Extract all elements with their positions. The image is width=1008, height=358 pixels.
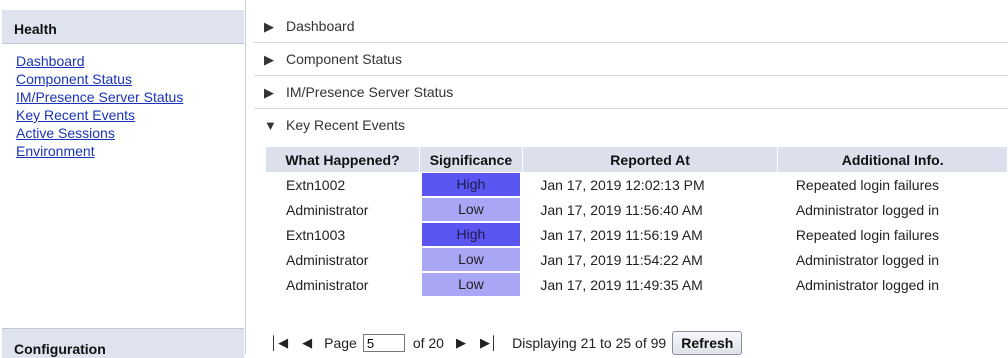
table-row[interactable]: Administrator Low Jan 17, 2019 11:54:22 … — [266, 247, 1008, 272]
table-row[interactable]: Extn1003 High Jan 17, 2019 11:56:19 AM R… — [266, 222, 1008, 247]
next-page-icon[interactable]: ▶ — [456, 335, 466, 351]
table-row[interactable]: Administrator Low Jan 17, 2019 11:49:35 … — [266, 272, 1008, 297]
page-label: Page — [324, 335, 357, 351]
column-header-significance[interactable]: Significance — [419, 147, 523, 172]
sidebar-link-key-recent-events[interactable]: Key Recent Events — [16, 107, 135, 123]
cell-what: Extn1003 — [286, 226, 346, 243]
refresh-button[interactable]: Refresh — [672, 331, 743, 355]
cell-significance: Low — [420, 197, 523, 222]
sidebar-nav: Dashboard Component Status IM/Presence S… — [16, 52, 183, 160]
main-panel: ▶ Dashboard ▶ Component Status ▶ IM/Presenc… — [254, 10, 1008, 137]
sidebar-link-component-status[interactable]: Component Status — [16, 71, 132, 87]
cell-info: Administrator logged in — [795, 276, 939, 293]
table-row[interactable]: Extn1002 High Jan 17, 2019 12:02:13 PM R… — [266, 172, 1008, 197]
significance-badge: Low — [421, 273, 520, 296]
page-number-input[interactable] — [362, 334, 405, 352]
sidebar: Health Dashboard Component Status IM/Pre… — [0, 0, 246, 358]
cell-significance: High — [420, 172, 523, 197]
sidebar-item-key-recent-events: Key Recent Events — [16, 106, 183, 124]
section-header-key-recent-events[interactable]: ▼ Key Recent Events — [254, 109, 1008, 137]
last-page-icon[interactable]: ▶│ — [480, 335, 498, 351]
table-row[interactable]: Administrator Low Jan 17, 2019 11:56:40 … — [266, 197, 1008, 222]
sidebar-link-active-sessions[interactable]: Active Sessions — [16, 125, 115, 141]
significance-badge: High — [421, 173, 520, 196]
key-recent-events-table: What Happened? Significance Reported At … — [266, 147, 1008, 297]
sidebar-item-dashboard: Dashboard — [16, 52, 183, 70]
section-header-component-status[interactable]: ▶ Component Status — [254, 43, 1008, 76]
cell-reported-at: Jan 17, 2019 11:54:22 AM — [540, 251, 703, 268]
sidebar-link-environment[interactable]: Environment — [16, 143, 95, 159]
significance-badge: High — [421, 223, 520, 246]
triangle-down-icon: ▼ — [264, 118, 277, 133]
significance-badge: Low — [421, 248, 520, 271]
prev-page-icon[interactable]: ◀ — [302, 335, 312, 351]
sidebar-item-component-status: Component Status — [16, 70, 183, 88]
section-title: Key Recent Events — [286, 117, 406, 133]
sidebar-item-environment: Environment — [16, 142, 183, 160]
cell-info: Administrator logged in — [795, 201, 939, 218]
significance-badge: Low — [421, 198, 520, 221]
cell-info: Repeated login failures — [795, 226, 940, 243]
column-header-what-happened[interactable]: What Happened? — [266, 147, 420, 172]
cell-what: Administrator — [286, 276, 369, 293]
section-title: Dashboard — [286, 18, 355, 34]
pagination-bar: │◀ ◀ Page of 20 ▶ ▶│ Displaying 21 to 25… — [270, 331, 743, 355]
sidebar-link-im-presence-status[interactable]: IM/Presence Server Status — [16, 89, 183, 105]
section-title: Component Status — [286, 51, 402, 67]
section-header-im-presence-status[interactable]: ▶ IM/Presence Server Status — [254, 76, 1008, 109]
triangle-right-icon: ▶ — [264, 19, 274, 34]
cell-info: Administrator logged in — [795, 251, 939, 268]
column-header-additional-info[interactable]: Additional Info. — [777, 147, 1008, 172]
cell-what: Administrator — [286, 251, 369, 268]
cell-info: Repeated login failures — [795, 176, 940, 193]
cell-significance: High — [420, 222, 523, 247]
cell-reported-at: Jan 17, 2019 11:56:40 AM — [540, 201, 703, 218]
cell-reported-at: Jan 17, 2019 12:02:13 PM — [540, 176, 705, 193]
sidebar-link-dashboard[interactable]: Dashboard — [16, 53, 85, 69]
triangle-right-icon: ▶ — [264, 85, 274, 100]
table-header-row: What Happened? Significance Reported At … — [266, 147, 1008, 172]
page-count: of 20 — [412, 335, 444, 351]
triangle-right-icon: ▶ — [264, 52, 274, 67]
display-range-text: Displaying 21 to 25 of 99 — [512, 335, 667, 351]
cell-reported-at: Jan 17, 2019 11:49:35 AM — [540, 276, 703, 293]
section-header-dashboard[interactable]: ▶ Dashboard — [254, 10, 1008, 43]
cell-what: Administrator — [286, 201, 369, 218]
sidebar-header-health: Health — [2, 10, 244, 44]
first-page-icon[interactable]: │◀ — [270, 335, 288, 351]
cell-significance: Low — [420, 272, 523, 297]
column-header-reported-at[interactable]: Reported At — [522, 147, 779, 172]
section-title: IM/Presence Server Status — [286, 84, 454, 100]
cell-reported-at: Jan 17, 2019 11:56:19 AM — [540, 226, 703, 243]
sidebar-item-im-presence-status: IM/Presence Server Status — [16, 88, 183, 106]
cell-what: Extn1002 — [286, 176, 346, 193]
cell-significance: Low — [420, 247, 523, 272]
sidebar-item-active-sessions: Active Sessions — [16, 124, 183, 142]
